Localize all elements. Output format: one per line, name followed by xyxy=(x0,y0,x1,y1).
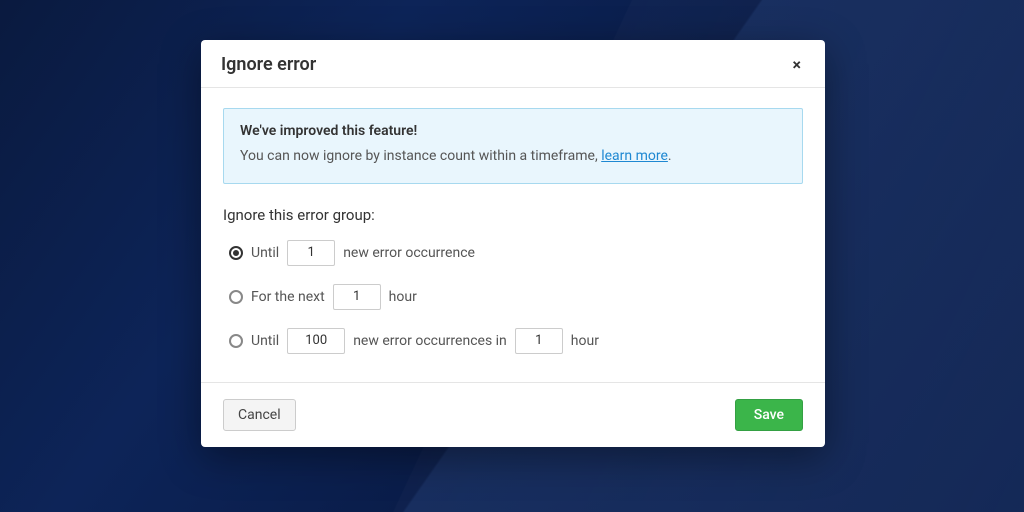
duration-input[interactable]: 1 xyxy=(333,284,381,310)
radio-icon[interactable] xyxy=(229,290,243,304)
modal-header: Ignore error × xyxy=(201,40,825,88)
modal-footer: Cancel Save xyxy=(201,382,825,447)
info-banner-text: You can now ignore by instance count wit… xyxy=(240,147,786,167)
timeframe-input[interactable]: 1 xyxy=(515,328,563,354)
option-label-mid: new error occurrences in xyxy=(353,333,507,349)
option-for-next[interactable]: For the next 1 hour xyxy=(223,284,803,310)
option-label-prefix: Until xyxy=(251,333,279,349)
option-label-suffix: new error occurrence xyxy=(343,245,475,261)
section-label: Ignore this error group: xyxy=(223,206,803,224)
info-text-prefix: You can now ignore by instance count wit… xyxy=(240,148,601,164)
radio-icon[interactable] xyxy=(229,334,243,348)
save-button[interactable]: Save xyxy=(735,399,803,431)
option-label-suffix: hour xyxy=(571,333,599,349)
option-label-prefix: Until xyxy=(251,245,279,261)
info-banner-title: We've improved this feature! xyxy=(240,123,786,139)
option-label-suffix: hour xyxy=(389,289,417,305)
option-until-count[interactable]: Until 1 new error occurrence xyxy=(223,240,803,266)
learn-more-link[interactable]: learn more xyxy=(601,148,668,164)
count-input[interactable]: 100 xyxy=(287,328,345,354)
count-input[interactable]: 1 xyxy=(287,240,335,266)
modal-title: Ignore error xyxy=(221,54,316,75)
info-banner: We've improved this feature! You can now… xyxy=(223,108,803,184)
info-text-suffix: . xyxy=(668,148,672,164)
ignore-error-modal: Ignore error × We've improved this featu… xyxy=(201,40,825,447)
cancel-button[interactable]: Cancel xyxy=(223,399,296,431)
modal-body: We've improved this feature! You can now… xyxy=(201,88,825,382)
option-until-count-in-time[interactable]: Until 100 new error occurrences in 1 hou… xyxy=(223,328,803,354)
close-icon[interactable]: × xyxy=(789,55,806,75)
radio-icon[interactable] xyxy=(229,246,243,260)
option-label-prefix: For the next xyxy=(251,289,325,305)
app-backdrop: Ignore error × We've improved this featu… xyxy=(0,0,1024,512)
